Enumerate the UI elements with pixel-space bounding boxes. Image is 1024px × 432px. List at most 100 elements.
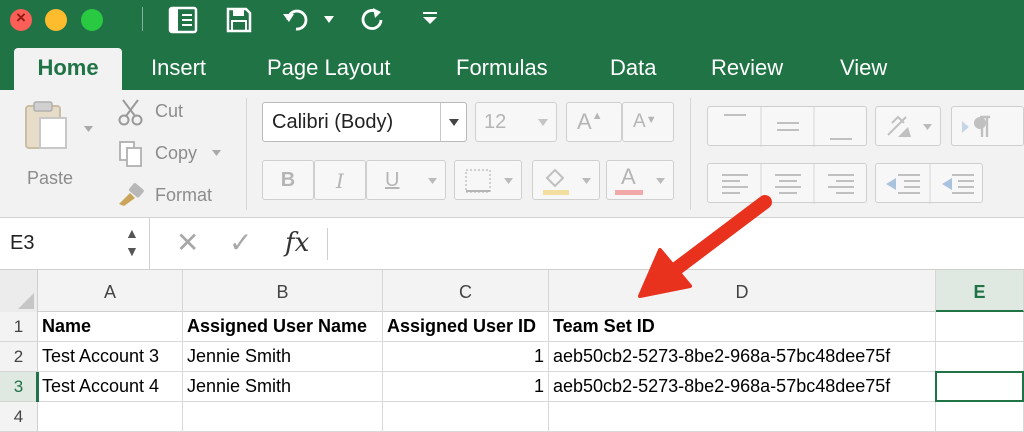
column-header-row: A B C D E [0,270,1024,312]
tab-page-layout[interactable]: Page Layout [267,55,391,81]
tab-view[interactable]: View [840,55,887,81]
group-divider [690,98,691,210]
column-header-d[interactable]: D [549,270,936,312]
toolbar-divider [142,7,143,31]
column-header-a[interactable]: A [38,270,183,312]
copy-button[interactable]: Copy [155,143,197,164]
cell-d4[interactable] [549,402,936,432]
zoom-icon[interactable] [81,9,103,31]
column-header-c[interactable]: C [383,270,549,312]
font-family-dropdown[interactable] [440,103,466,141]
cell-b1[interactable]: Assigned User Name [183,312,383,342]
font-size-select[interactable]: 12 [475,102,557,142]
cell-e1[interactable] [936,312,1024,342]
cell-a1[interactable]: Name [38,312,183,342]
chevron-down-icon [504,178,513,184]
cell-d2[interactable]: aeb50cb2-5273-8be2-968a-57bc48dee75f [549,342,936,372]
row-header-4[interactable]: 4 [0,402,38,432]
worksheet-grid[interactable]: A B C D E 1 2 3 4 Name Assigned User Nam… [0,270,1024,432]
fill-color-button[interactable] [532,160,600,200]
orientation-icon [887,115,911,137]
save-icon[interactable] [226,7,252,33]
tab-home[interactable]: Home [14,48,122,90]
chevron-down-icon [656,178,665,184]
row-header-3[interactable]: 3 [0,372,38,402]
bold-button[interactable]: B [262,160,314,200]
horizontal-alignment-group [707,163,867,204]
format-painter-button[interactable]: Format [155,185,212,206]
format-painter-icon[interactable] [116,182,146,208]
tab-insert[interactable]: Insert [151,55,206,81]
cell-c4[interactable] [383,402,549,432]
cell-c3[interactable]: 1 [383,372,549,402]
cell-a2[interactable]: Test Account 3 [38,342,183,372]
tab-data[interactable]: Data [610,55,656,81]
undo-icon[interactable] [282,8,312,32]
chevron-down-icon [538,119,548,126]
name-box-stepper[interactable]: ▲ ▼ [125,224,139,260]
undo-dropdown-icon[interactable] [324,16,334,24]
italic-button[interactable]: I [314,160,366,200]
clipboard-icon[interactable] [22,100,72,152]
sidebar-icon[interactable] [168,6,198,34]
row-header-2[interactable]: 2 [0,342,38,372]
font-color-glyph: A [621,164,636,189]
cell-c2[interactable]: 1 [383,342,549,372]
close-icon[interactable] [10,8,32,31]
shrink-font-glyph: A [633,111,646,132]
indent-group [875,163,983,204]
scissors-icon[interactable] [118,98,144,126]
cut-button[interactable]: Cut [155,101,183,122]
align-icons [724,107,852,147]
cell-b4[interactable] [183,402,383,432]
cell-e2[interactable] [936,342,1024,372]
confirm-formula-icon[interactable]: ✓ [229,226,252,259]
customize-toolbar-icon[interactable] [422,11,438,25]
borders-button[interactable] [454,160,522,200]
ribbon-home: Paste Cut Copy Format Calibri (Body) 12 … [0,90,1024,218]
formula-divider [327,228,328,260]
minimize-icon[interactable] [45,9,67,31]
copy-dropdown-icon[interactable] [212,150,221,156]
chevron-down-icon [428,178,437,184]
cell-d1[interactable]: Team Set ID [549,312,936,342]
copy-icon[interactable] [118,140,144,168]
cancel-formula-icon[interactable]: ✕ [176,226,199,259]
cell-b3[interactable]: Jennie Smith [183,372,383,402]
tab-review[interactable]: Review [711,55,783,81]
borders-icon [465,169,491,193]
cell-c1[interactable]: Assigned User ID [383,312,549,342]
row-header-1[interactable]: 1 [0,312,38,342]
paragraph-icon [962,115,990,137]
column-header-e[interactable]: E [936,270,1024,312]
font-color-swatch [615,190,643,195]
formula-bar: E3 ▲ ▼ ✕ ✓ fx [0,218,1024,270]
underline-button[interactable]: U [366,160,446,200]
tab-formulas[interactable]: Formulas [456,55,548,81]
redo-icon[interactable] [360,7,386,33]
cell-a3[interactable]: Test Account 4 [38,372,183,402]
grow-font-glyph: A [577,109,592,134]
orientation-button[interactable] [875,106,941,146]
cell-e3[interactable] [935,371,1024,402]
select-all-corner[interactable] [0,270,38,312]
cell-b2[interactable]: Jennie Smith [183,342,383,372]
title-bar: Home Insert Page Layout Formulas Data Re… [0,0,1024,90]
insert-function-button[interactable]: fx [285,228,309,258]
font-color-button[interactable]: A [606,160,674,200]
font-family-value: Calibri (Body) [272,111,394,133]
group-divider [246,98,247,210]
chevron-down-icon [582,178,591,184]
cell-d3[interactable]: aeb50cb2-5273-8be2-968a-57bc48dee75f [549,372,936,402]
text-direction-button[interactable] [951,106,1024,146]
increase-font-size-button[interactable]: A▲ [566,102,622,142]
vertical-alignment-group [707,106,867,147]
cell-e4[interactable] [936,402,1024,432]
paste-button[interactable]: Paste [27,168,73,189]
decrease-font-size-button[interactable]: A▼ [622,102,674,142]
paste-dropdown-icon[interactable] [84,126,93,132]
name-box-value: E3 [10,232,35,254]
cell-a4[interactable] [38,402,183,432]
font-family-select[interactable]: Calibri (Body) [262,102,467,142]
column-header-b[interactable]: B [183,270,383,312]
